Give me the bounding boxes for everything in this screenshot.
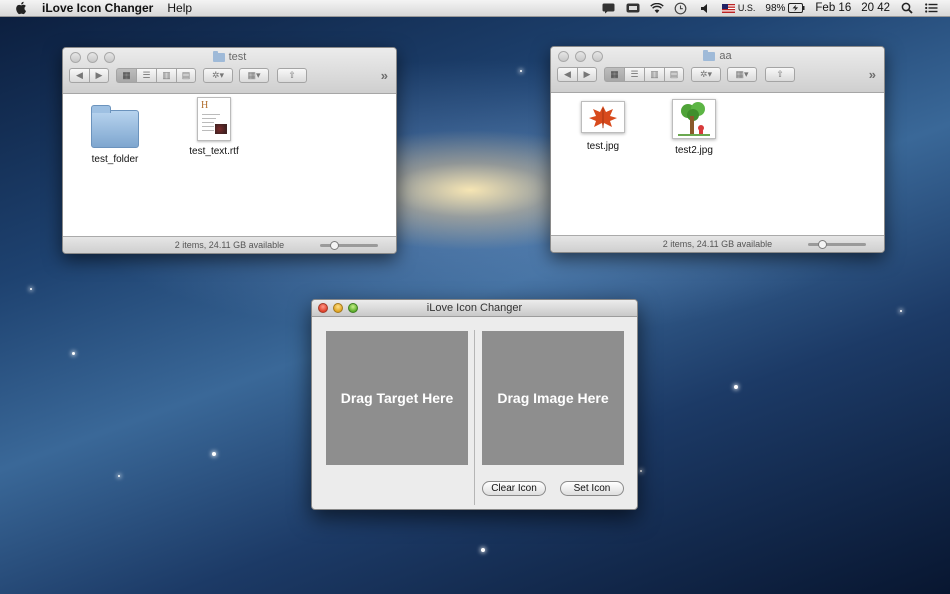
back-forward-control: ◀ ▶ [69,67,109,83]
star [72,352,75,355]
window-title-text: test [228,51,247,63]
view-mode-control: ▦ ☰ ▥ ▤ [604,66,684,82]
file-item[interactable]: H test_text.rtf [164,97,264,157]
arrange-icon[interactable]: ▦▾ [239,67,269,83]
clear-icon-button[interactable]: Clear Icon [482,481,546,496]
toolbar-overflow-icon[interactable]: » [381,68,388,83]
apple-menu-icon[interactable] [14,1,28,15]
action-gear-icon[interactable]: ✲▾ [203,67,233,83]
battery-status[interactable]: 98% [765,3,805,14]
status-text: 2 items, 24.11 GB available [174,240,285,250]
clock-time[interactable]: 20 42 [861,2,890,14]
menu-bar: iLove Icon Changer Help U.S. 98% Feb 16 … [0,0,950,17]
list-view-icon[interactable]: ☰ [136,67,156,83]
battery-icon [788,3,805,13]
input-source-label: U.S. [737,3,756,13]
menu-help[interactable]: Help [167,1,192,15]
finder-status-bar: 2 items, 24.11 GB available [63,236,396,253]
star [520,70,522,72]
back-forward-control: ◀ ▶ [557,66,597,82]
finder-titlebar[interactable]: test ◀ ▶ ▦ ☰ ▥ ▤ ✲▾ ▦▾ ⇧ » [63,48,396,94]
folder-icon [212,50,225,62]
message-icon[interactable] [602,2,616,14]
input-source-flag-icon[interactable]: U.S. [721,3,756,13]
slider-knob[interactable] [818,240,827,249]
share-icon[interactable]: ⇧ [765,66,795,82]
action-gear-icon[interactable]: ✲▾ [691,66,721,82]
star [212,452,216,456]
file-item[interactable]: test_folder [65,104,165,165]
spotlight-search-icon[interactable] [900,2,914,14]
file-item[interactable]: test.jpg [553,101,653,152]
app-titlebar[interactable]: iLove Icon Changer [312,300,637,317]
finder-titlebar[interactable]: aa ◀ ▶ ▦ ☰ ▥ ▤ ✲▾ ▦▾ ⇧ » [551,47,884,93]
slider-knob[interactable] [330,241,339,250]
status-area: U.S. 98% Feb 16 20 42 [602,2,950,14]
notification-center-icon[interactable] [924,2,938,14]
star [118,475,120,477]
view-mode-control: ▦ ☰ ▥ ▤ [116,67,196,83]
drag-target-dropzone[interactable]: Drag Target Here [326,331,468,465]
clock-date[interactable]: Feb 16 [815,2,851,14]
keyboard-icon[interactable] [626,2,640,14]
star [640,470,642,472]
share-icon[interactable]: ⇧ [277,67,307,83]
battery-percent: 98% [765,2,786,14]
wifi-icon[interactable] [650,2,664,14]
leaf-image-thumbnail-icon [581,101,625,133]
star [734,385,738,389]
drag-target-label: Drag Target Here [340,390,454,406]
document-icon: H [197,97,231,141]
volume-icon[interactable] [698,2,712,14]
forward-arrow-icon[interactable]: ▶ [89,67,109,83]
forward-arrow-icon[interactable]: ▶ [577,66,597,82]
finder-toolbar: ◀ ▶ ▦ ☰ ▥ ▤ ✲▾ ▦▾ ⇧ » [69,66,388,84]
finder-window-test: test ◀ ▶ ▦ ☰ ▥ ▤ ✲▾ ▦▾ ⇧ » test_folder H… [62,47,397,254]
time-machine-icon[interactable] [674,2,688,14]
tree-image-thumbnail-icon [672,99,716,139]
icon-size-slider[interactable] [320,241,378,250]
star [900,310,902,312]
icon-changer-window: iLove Icon Changer Drag Target Here Drag… [311,299,638,510]
finder-status-bar: 2 items, 24.11 GB available [551,235,884,252]
finder-window-aa: aa ◀ ▶ ▦ ☰ ▥ ▤ ✲▾ ▦▾ ⇧ » test.jpg test2.… [550,46,885,253]
icon-view-icon[interactable]: ▦ [116,67,136,83]
list-view-icon[interactable]: ☰ [624,66,644,82]
cover-flow-icon[interactable]: ▤ [176,67,196,83]
set-icon-button[interactable]: Set Icon [560,481,624,496]
drag-image-label: Drag Image Here [497,390,609,406]
status-text: 2 items, 24.11 GB available [662,239,773,249]
file-name: test.jpg [586,141,620,152]
panel-divider [474,330,475,505]
window-title-text: aa [719,50,732,62]
star [481,548,485,552]
drag-image-dropzone[interactable]: Drag Image Here [482,331,624,465]
icon-view-icon[interactable]: ▦ [604,66,624,82]
window-title: iLove Icon Changer [426,302,523,314]
file-name: test2.jpg [675,145,713,156]
cover-flow-icon[interactable]: ▤ [664,66,684,82]
folder-icon [91,105,139,148]
back-arrow-icon[interactable]: ◀ [69,67,89,83]
toolbar-overflow-icon[interactable]: » [869,67,876,82]
finder-toolbar: ◀ ▶ ▦ ☰ ▥ ▤ ✲▾ ▦▾ ⇧ » [557,65,876,83]
window-title: test [63,50,396,63]
window-title: aa [551,49,884,62]
folder-icon [703,49,716,61]
column-view-icon[interactable]: ▥ [644,66,664,82]
column-view-icon[interactable]: ▥ [156,67,176,83]
app-menu[interactable]: iLove Icon Changer [42,1,153,15]
file-name: test_folder [91,154,139,165]
file-name: test_text.rtf [189,146,239,157]
back-arrow-icon[interactable]: ◀ [557,66,577,82]
icon-size-slider[interactable] [808,240,866,249]
star [30,288,32,290]
arrange-icon[interactable]: ▦▾ [727,66,757,82]
file-item[interactable]: test2.jpg [644,99,744,156]
